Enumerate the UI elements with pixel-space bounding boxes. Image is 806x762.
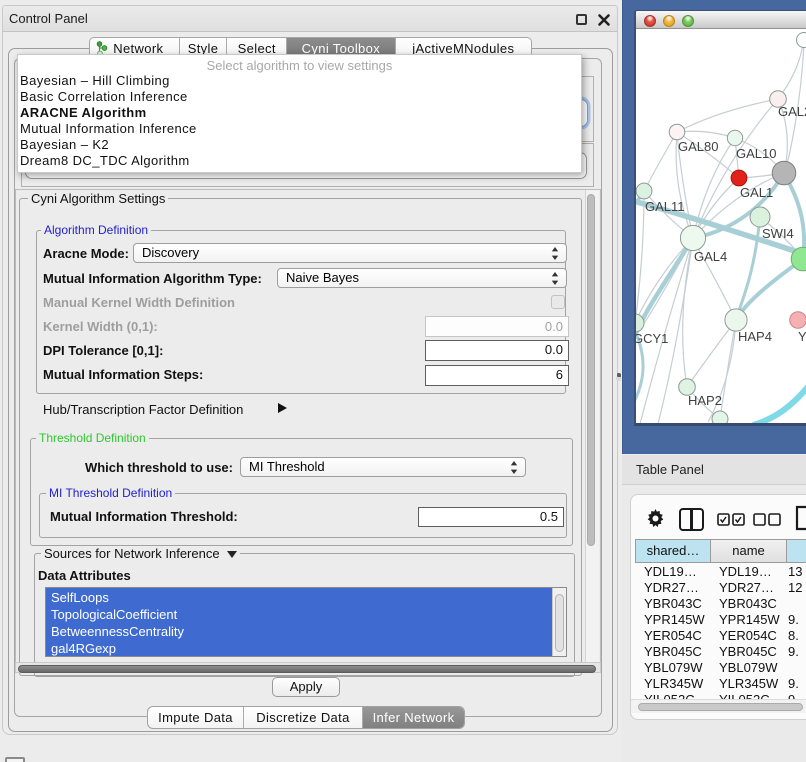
svg-text:HAP4: HAP4 bbox=[738, 329, 772, 344]
svg-text:GAL2: GAL2 bbox=[778, 104, 806, 119]
svg-text:GAL80: GAL80 bbox=[678, 139, 718, 154]
svg-text:HAP2: HAP2 bbox=[688, 393, 722, 408]
svg-text:GAL10: GAL10 bbox=[736, 146, 776, 161]
svg-text:GAL1: GAL1 bbox=[740, 185, 773, 200]
svg-text:Y: Y bbox=[798, 329, 806, 344]
svg-text:GAL11: GAL11 bbox=[645, 199, 685, 214]
svg-text:SWI4: SWI4 bbox=[762, 226, 794, 241]
svg-text:GAL4: GAL4 bbox=[694, 249, 727, 264]
svg-text:GCY1: GCY1 bbox=[636, 331, 668, 346]
